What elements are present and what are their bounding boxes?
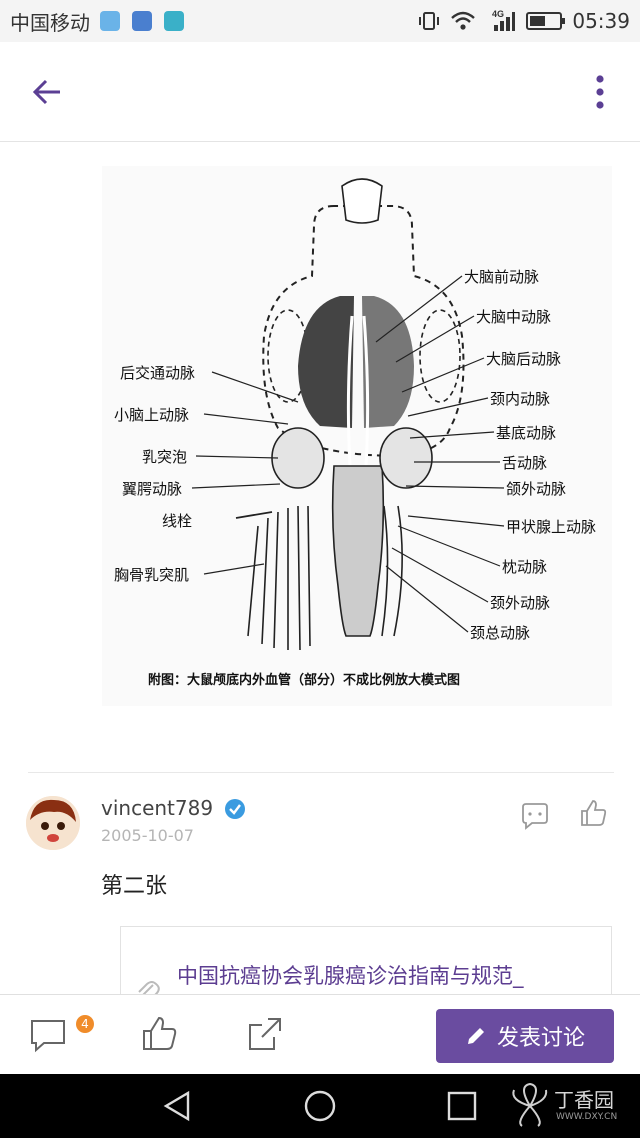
- comment-body: 第二张: [101, 874, 168, 899]
- battery-level: [530, 16, 546, 26]
- status-bar: 中国移动 4G 05:39: [0, 0, 640, 42]
- app-bar: [0, 42, 640, 142]
- figure-label: 颈总动脉: [470, 624, 530, 642]
- thumbs-up-icon[interactable]: [140, 1015, 178, 1053]
- post-content: 大脑前动脉 大脑中动脉 大脑后动脉 颈内动脉 基底动脉 舌动脉 颌外动脉 甲状腺…: [0, 142, 640, 994]
- comment-icon[interactable]: [28, 1017, 68, 1053]
- app-notification-icon: [132, 11, 152, 31]
- sternomastoid-muscle: [247, 505, 311, 651]
- figure-label: 颈内动脉: [490, 390, 550, 408]
- shield-notification-icon: [164, 11, 184, 31]
- nav-home-icon[interactable]: [302, 1088, 338, 1124]
- comment-divider: [28, 772, 614, 773]
- figure-drawing: 大脑前动脉 大脑中动脉 大脑后动脉 颈内动脉 基底动脉 舌动脉 颌外动脉 甲状腺…: [114, 178, 596, 688]
- signal-icon: 4G: [492, 9, 516, 31]
- share-icon[interactable]: [246, 1015, 284, 1053]
- figure-caption: 附图：大鼠颅底内外血管（部分）不成比例放大模式图: [148, 672, 460, 688]
- watermark-brand: 丁香园: [554, 1088, 614, 1112]
- post-discussion-button[interactable]: 发表讨论: [436, 1009, 614, 1063]
- figure-label: 颌外动脉: [506, 480, 566, 498]
- figure-label: 枕动脉: [502, 558, 547, 576]
- figure-label: 舌动脉: [502, 454, 547, 472]
- figure-label: 乳突泡: [142, 448, 187, 466]
- vibrate-icon: [419, 12, 440, 30]
- system-nav-bar: 丁香园 WWW.DXY.CN: [0, 1074, 640, 1138]
- clock: 05:39: [572, 9, 630, 33]
- status-indicators: 4G 05:39: [418, 9, 630, 33]
- back-arrow-icon[interactable]: [22, 70, 66, 114]
- figure-label: 大脑后动脉: [486, 350, 561, 368]
- more-menu-icon[interactable]: [590, 72, 610, 112]
- tympanic-bulla-left: [271, 427, 325, 489]
- anatomy-figure[interactable]: 大脑前动脉 大脑中动脉 大脑后动脉 颈内动脉 基底动脉 舌动脉 颌外动脉 甲状腺…: [102, 166, 612, 706]
- attachment-title[interactable]: 中国抗癌协会乳腺癌诊治指南与规范_: [177, 961, 597, 991]
- comment-username[interactable]: vincent789: [101, 796, 213, 820]
- reply-icon[interactable]: [520, 800, 550, 830]
- bottom-toolbar: 4 发表讨论: [0, 994, 640, 1074]
- nav-back-icon[interactable]: [160, 1088, 196, 1124]
- figure-label: 基底动脉: [496, 424, 556, 442]
- brainstem: [331, 465, 385, 637]
- figure-label: 线栓: [162, 512, 192, 530]
- figure-label: 大脑前动脉: [464, 268, 539, 286]
- attachment-card[interactable]: 中国抗癌协会乳腺癌诊治指南与规范_: [120, 926, 612, 994]
- figure-label: 小脑上动脉: [114, 406, 189, 424]
- dxy-watermark: 丁香园 WWW.DXY.CN: [508, 1082, 634, 1132]
- pencil-icon: [467, 1028, 484, 1044]
- watermark-url: WWW.DXY.CN: [556, 1112, 618, 1122]
- nav-recent-apps-icon[interactable]: [444, 1088, 480, 1124]
- thread-arrow: [235, 511, 273, 519]
- flower-logo-icon: [512, 1082, 548, 1127]
- olfactory-bulbs: [341, 178, 383, 224]
- comment-date: 2005-10-07: [101, 826, 194, 845]
- carrier-name: 中国移动: [10, 10, 90, 35]
- figure-label: 大脑中动脉: [476, 308, 551, 326]
- app-notification-icon: [100, 11, 120, 31]
- eye-dashed-right: [419, 309, 461, 403]
- comment-count-badge: 4: [76, 1015, 94, 1033]
- figure-label: 后交通动脉: [120, 364, 195, 382]
- verified-badge-icon: [225, 799, 245, 819]
- brain-left: [298, 296, 354, 428]
- screen: 中国移动 4G 05:39 大脑前动脉 大脑中动脉 大脑后动脉 颈内动脉 基底动…: [0, 0, 640, 1138]
- figure-label: 甲状腺上动脉: [506, 518, 596, 536]
- paperclip-icon: [138, 981, 160, 994]
- cartoon-avatar-icon: [26, 796, 80, 850]
- brain-right: [362, 296, 414, 428]
- wifi-icon: [451, 11, 476, 30]
- network-type: 4G: [492, 9, 504, 19]
- thumbs-up-icon[interactable]: [578, 798, 608, 828]
- figure-label: 胸骨乳突肌: [114, 566, 189, 584]
- post-discussion-label: 发表讨论: [496, 1026, 585, 1051]
- figure-label: 翼腭动脉: [122, 480, 182, 498]
- figure-label: 颈外动脉: [490, 594, 550, 612]
- avatar[interactable]: [26, 796, 80, 850]
- battery-icon: [526, 12, 566, 30]
